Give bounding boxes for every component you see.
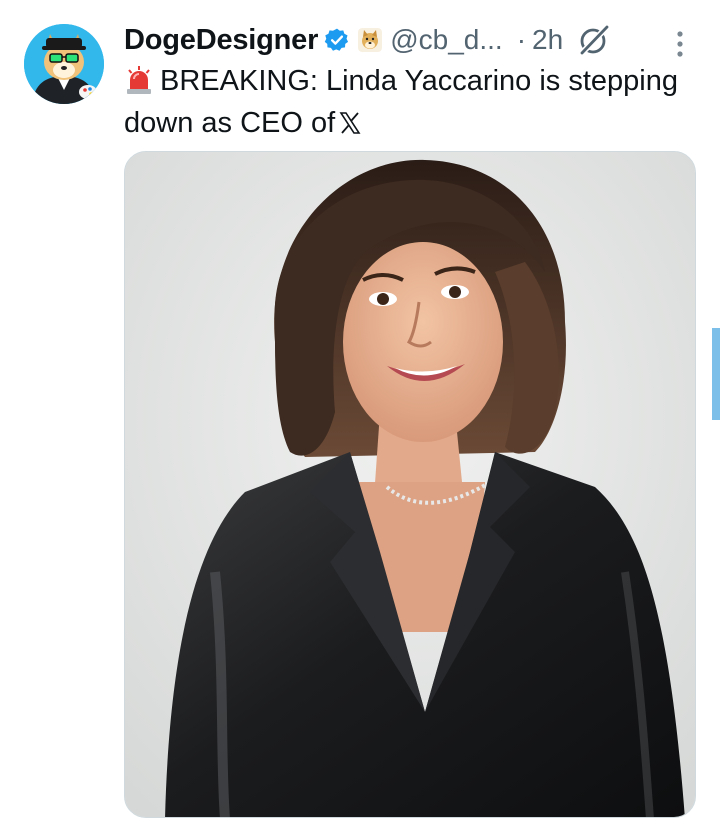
tweet[interactable]: DogeDesigner @cb_d... · 2h BREAKING: Lin…: [0, 0, 720, 823]
police-siren-icon: [124, 65, 154, 95]
tweet-text: BREAKING: Linda Yaccarino is stepping do…: [124, 60, 704, 144]
tweet-photo[interactable]: [124, 151, 696, 818]
grok-icon[interactable]: [577, 23, 611, 57]
scroll-indicator[interactable]: [712, 328, 720, 420]
avatar[interactable]: [24, 24, 104, 104]
user-handle[interactable]: @cb_d...: [390, 24, 502, 56]
separator-dot: ·: [516, 24, 527, 55]
doge-avatar-icon: [24, 24, 104, 104]
display-name[interactable]: DogeDesigner: [124, 24, 318, 57]
portrait-photo: [125, 152, 695, 817]
tweet-header: DogeDesigner @cb_d... · 2h: [124, 20, 704, 60]
more-options-button[interactable]: [670, 24, 690, 64]
timestamp[interactable]: 2h: [532, 24, 563, 56]
x-logo-icon: [339, 105, 361, 134]
verified-badge-icon: [324, 27, 350, 53]
doge-affiliate-icon[interactable]: [358, 28, 383, 52]
more-vertical-icon: [677, 31, 683, 57]
tweet-text-body: BREAKING: Linda Yaccarino is stepping do…: [124, 65, 678, 139]
